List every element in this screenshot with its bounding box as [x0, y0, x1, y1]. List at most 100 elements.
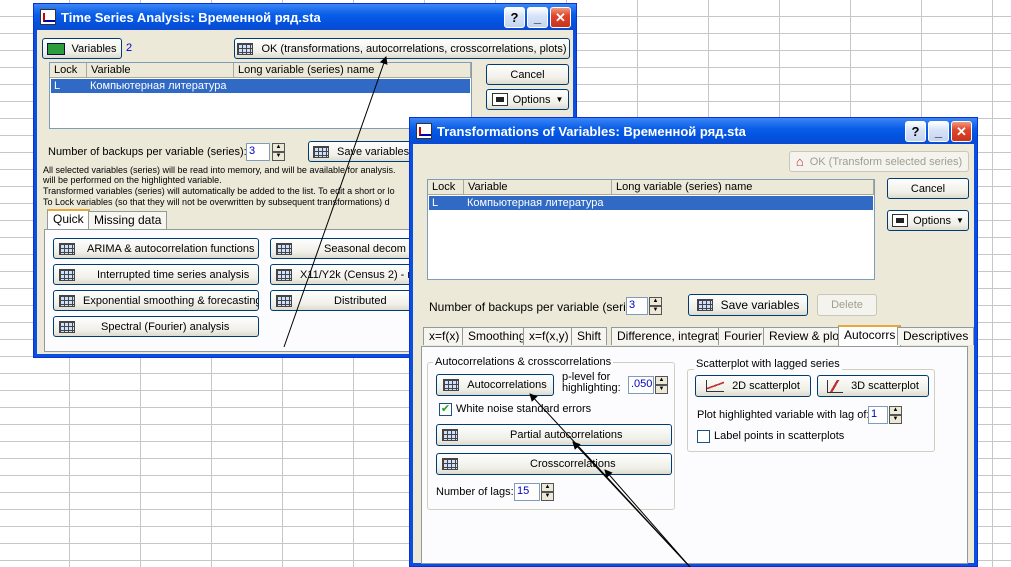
- options-icon: [491, 93, 508, 106]
- white-noise-label: White noise standard errors: [456, 403, 592, 415]
- options-button[interactable]: Options ▼: [486, 89, 569, 110]
- spin-down-icon[interactable]: ▼: [889, 415, 902, 424]
- tab-descriptives[interactable]: Descriptives: [897, 327, 975, 345]
- title-bar[interactable]: Time Series Analysis: Временной ряд.sta …: [34, 4, 576, 30]
- dropdown-arrow-icon: ▼: [956, 216, 964, 225]
- row-variable: Компьютерная литература: [467, 197, 604, 209]
- info-line-3: Transformed variables (series) will auto…: [43, 186, 395, 196]
- tab-fourier[interactable]: Fourier: [718, 327, 769, 345]
- window-title: Time Series Analysis: Временной ряд.sta: [61, 9, 321, 25]
- statistica-app-icon: [416, 123, 432, 139]
- lags-input[interactable]: 15: [514, 483, 540, 501]
- plevel-label: p-level for highlighting:: [562, 371, 621, 394]
- arima-button[interactable]: ARIMA & autocorrelation functions: [53, 238, 259, 259]
- delete-button[interactable]: Delete: [817, 294, 877, 316]
- close-button[interactable]: ✕: [550, 7, 571, 28]
- arima-icon: [59, 242, 75, 255]
- tab-missing-data[interactable]: Missing data: [88, 211, 168, 229]
- plevel-spinner[interactable]: ▲ ▼: [655, 376, 668, 394]
- scatterplot-2d-icon: [706, 380, 725, 392]
- row-lock: L: [432, 197, 439, 209]
- tab-xfxy[interactable]: x=f(x,y): [523, 327, 575, 345]
- help-button[interactable]: ?: [504, 7, 525, 28]
- variables-count: 2: [126, 42, 133, 54]
- backups-input[interactable]: 3: [246, 143, 270, 161]
- title-bar[interactable]: Transformations of Variables: Временной …: [410, 118, 977, 144]
- lag-input[interactable]: 1: [868, 406, 888, 424]
- spin-up-icon[interactable]: ▲: [655, 376, 668, 385]
- lag-spinner[interactable]: ▲ ▼: [889, 406, 902, 424]
- backups-spinner[interactable]: ▲ ▼: [272, 143, 285, 161]
- variables-list[interactable]: Lock Variable Long variable (series) nam…: [427, 179, 875, 280]
- col-long-name[interactable]: Long variable (series) name: [612, 180, 874, 194]
- backups-input[interactable]: 3: [626, 297, 648, 315]
- tab-smoothing[interactable]: Smoothing: [462, 327, 532, 345]
- backups-spinner[interactable]: ▲ ▼: [649, 297, 662, 315]
- spectral-icon: [59, 320, 75, 333]
- seasonal-button[interactable]: Seasonal decom: [270, 238, 420, 259]
- ok-transformations-button[interactable]: OK (transformations, autocorrelations, c…: [234, 38, 570, 59]
- spin-down-icon[interactable]: ▼: [649, 306, 662, 315]
- close-button[interactable]: ✕: [951, 121, 972, 142]
- minimize-button[interactable]: _: [928, 121, 949, 142]
- cancel-button[interactable]: Cancel: [887, 178, 969, 199]
- tab-difference[interactable]: Difference, integrate: [611, 327, 731, 345]
- label-points-label: Label points in scatterplots: [714, 430, 845, 442]
- lag-label: Plot highlighted variable with lag of:: [697, 409, 870, 421]
- info-line-2: will be performed on the highlighted var…: [43, 175, 222, 185]
- x11-icon: [276, 268, 292, 281]
- label-points-checkbox[interactable]: [697, 430, 710, 443]
- tab-xfx[interactable]: x=f(x): [423, 327, 466, 345]
- crosscorrelations-button[interactable]: Crosscorrelations: [436, 453, 672, 475]
- options-button[interactable]: Options ▼: [887, 210, 969, 231]
- col-variable[interactable]: Variable: [87, 63, 234, 77]
- spin-down-icon[interactable]: ▼: [655, 385, 668, 394]
- tab-quick[interactable]: Quick: [47, 209, 90, 230]
- list-row[interactable]: L Компьютерная литература: [429, 196, 873, 210]
- partial-autocorrelations-button[interactable]: Partial autocorrelations: [436, 424, 672, 446]
- autocorrelations-button[interactable]: Autocorrelations: [436, 374, 554, 396]
- col-long-name[interactable]: Long variable (series) name: [234, 63, 471, 77]
- exponential-icon: [59, 294, 75, 307]
- col-variable[interactable]: Variable: [464, 180, 612, 194]
- save-variables-button[interactable]: Save variables: [688, 294, 808, 316]
- spin-up-icon[interactable]: ▲: [272, 143, 285, 152]
- scatter-3d-button[interactable]: 3D scatterplot: [817, 375, 929, 397]
- plevel-input[interactable]: .050: [628, 376, 654, 394]
- spin-down-icon[interactable]: ▼: [541, 492, 554, 501]
- spin-up-icon[interactable]: ▲: [889, 406, 902, 415]
- ok-transform-button[interactable]: ⌂ OK (Transform selected series): [789, 151, 969, 172]
- scatter-2d-button[interactable]: 2D scatterplot: [695, 375, 811, 397]
- row-variable: Компьютерная литература: [90, 80, 227, 92]
- list-row[interactable]: L Компьютерная литература: [51, 79, 470, 93]
- spin-up-icon[interactable]: ▲: [649, 297, 662, 306]
- spin-down-icon[interactable]: ▼: [272, 152, 285, 161]
- exponential-button[interactable]: Exponential smoothing & forecasting: [53, 290, 259, 311]
- partial-icon: [442, 429, 458, 441]
- tab-shift[interactable]: Shift: [571, 327, 608, 345]
- house-icon: ⌂: [795, 154, 804, 169]
- tab-review-plot[interactable]: Review & plot: [763, 327, 849, 345]
- distributed-icon: [276, 294, 292, 307]
- statistica-app-icon: [40, 9, 56, 25]
- list-header: Lock Variable Long variable (series) nam…: [50, 63, 471, 78]
- tab-autocorrs[interactable]: Autocorrs: [838, 325, 902, 346]
- spectral-button[interactable]: Spectral (Fourier) analysis: [53, 316, 259, 337]
- ok-icon: [237, 42, 254, 55]
- variables-button[interactable]: Variables: [42, 38, 122, 59]
- lags-label: Number of lags:: [436, 486, 514, 498]
- minimize-button[interactable]: _: [527, 7, 548, 28]
- spin-up-icon[interactable]: ▲: [541, 483, 554, 492]
- interrupted-button[interactable]: Interrupted time series analysis: [53, 264, 259, 285]
- transformations-window: Transformations of Variables: Временной …: [409, 117, 978, 567]
- lags-spinner[interactable]: ▲ ▼: [541, 483, 554, 501]
- white-noise-checkbox[interactable]: ✔: [439, 403, 452, 416]
- x11-button[interactable]: X11/Y2k (Census 2) - m: [270, 264, 420, 285]
- distributed-button[interactable]: Distributed: [270, 290, 420, 311]
- col-lock[interactable]: Lock: [428, 180, 464, 194]
- cross-icon: [442, 458, 458, 470]
- cancel-button[interactable]: Cancel: [486, 64, 569, 85]
- col-lock[interactable]: Lock: [50, 63, 87, 77]
- row-lock: L: [54, 80, 61, 92]
- help-button[interactable]: ?: [905, 121, 926, 142]
